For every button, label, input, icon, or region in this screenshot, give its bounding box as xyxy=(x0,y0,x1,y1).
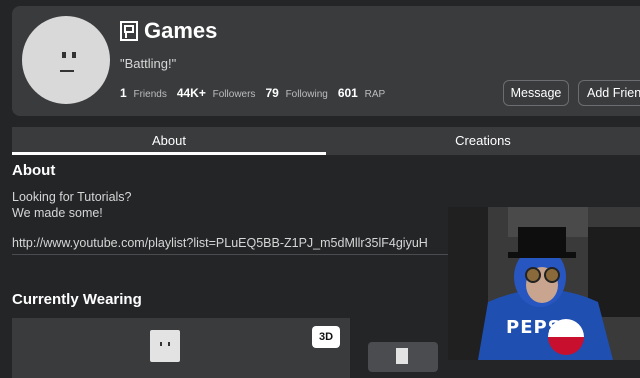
currently-wearing-heading: Currently Wearing xyxy=(12,291,142,308)
stat-friends[interactable]: 1 Friends xyxy=(120,86,167,100)
add-friend-button[interactable]: Add Friend xyxy=(578,80,640,106)
stats-row: 1 Friends 44K+ Followers 79 Following 60… xyxy=(120,86,395,100)
avatar-eye xyxy=(168,342,170,346)
stat-number: 1 xyxy=(120,86,127,100)
profile-title-row: Games xyxy=(120,18,217,44)
message-button[interactable]: Message xyxy=(503,80,569,106)
avatar-eye xyxy=(160,342,162,346)
page-title: Games xyxy=(144,18,218,43)
webcam-overlay: PEPSI xyxy=(448,207,640,360)
stat-following[interactable]: 79 Following xyxy=(265,86,327,100)
tab-about[interactable]: About xyxy=(12,127,326,155)
tab-creations[interactable]: Creations xyxy=(326,127,640,155)
divider xyxy=(12,254,452,255)
stat-number: 44K+ xyxy=(176,86,206,100)
avatar[interactable] xyxy=(22,16,110,104)
stat-label: RAP xyxy=(364,89,386,100)
stat-number: 79 xyxy=(265,86,279,100)
about-line: Looking for Tutorials? xyxy=(12,190,132,204)
avatar-eye xyxy=(72,52,76,58)
about-description: Looking for Tutorials? We made some! xyxy=(12,189,132,221)
stat-followers[interactable]: 44K+ Followers xyxy=(177,86,256,100)
avatar-eye xyxy=(62,52,66,58)
stat-label: Followers xyxy=(212,89,256,100)
worn-item-thumbnail[interactable] xyxy=(368,342,438,372)
item-figure xyxy=(396,348,408,364)
avatar-mouth xyxy=(60,70,74,72)
stat-label: Friends xyxy=(133,89,167,100)
stat-rap: 601 RAP xyxy=(338,86,385,100)
group-logo-icon xyxy=(120,21,138,41)
about-line: We made some! xyxy=(12,206,103,220)
avatar-preview xyxy=(150,330,180,362)
stat-number: 601 xyxy=(337,86,358,100)
about-heading: About xyxy=(12,162,56,179)
webcam-shirt-text: PEPSI xyxy=(506,317,570,338)
about-link[interactable]: http://www.youtube.com/playlist?list=PLu… xyxy=(12,236,448,250)
view-3d-button[interactable]: 3D xyxy=(312,326,340,348)
stat-label: Following xyxy=(285,89,328,100)
avatar-preview-card xyxy=(12,318,350,378)
profile-tabs: About Creations xyxy=(12,127,640,155)
status-text: "Battling!" xyxy=(120,56,177,71)
